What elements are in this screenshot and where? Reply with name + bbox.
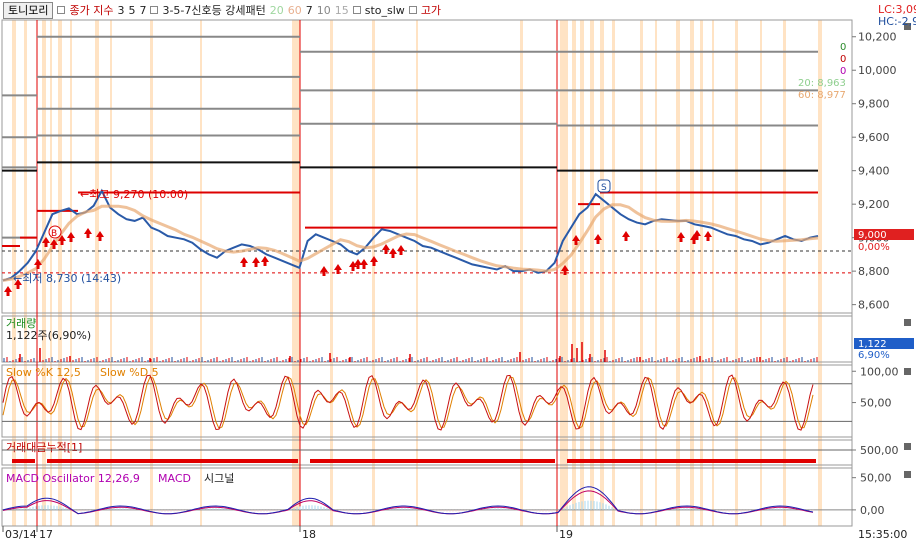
buy-signal-arrow — [4, 286, 12, 296]
macd-signal-title: 시그널 — [204, 472, 234, 485]
buy-signal-arrow — [622, 231, 630, 241]
price-y-tick-label: 9,400 — [858, 165, 890, 178]
ma60-value-label: 60: 8,977 — [798, 90, 846, 101]
cumulative-y-tick-label: 500,00 — [860, 444, 899, 457]
zero-signal-label: 0 — [840, 54, 846, 65]
time-axis-label: 18 — [302, 528, 316, 541]
current-volume-value: 1,122 — [858, 339, 887, 350]
macd-y-tick-label: 50,00 — [860, 472, 892, 485]
low-price-label: ←최저 8,730 (14:43) — [13, 272, 121, 285]
hc-value: HC:-2,91 — [878, 15, 916, 28]
macd-line-title: MACD — [158, 472, 191, 485]
buy-marker-label: B — [51, 229, 57, 239]
buy-signal-arrow — [704, 231, 712, 241]
current-volume-pct: 6,90% — [858, 350, 890, 361]
price-y-tick-label: 9,600 — [858, 131, 890, 144]
chart-canvas: 10,200 10,000 9,800 9,600 9,400 9,200 9,000 8,8… — [1, 3, 916, 541]
panel-frame — [1, 315, 853, 363]
cumulative-bar — [310, 459, 555, 463]
buy-signal-arrow — [261, 256, 269, 266]
price-y-tick-label: 9,800 — [858, 98, 890, 111]
macd-panel-title: MACD Oscillator 12,26,9 — [6, 472, 140, 485]
price-y-tick-label: 10,200 — [858, 31, 897, 44]
price-y-tick-label: 10,000 — [858, 64, 897, 77]
buy-signal-arrow — [240, 257, 248, 267]
price-y-tick-label: 9,200 — [858, 198, 890, 211]
buy-signal-arrow — [84, 228, 92, 238]
price-y-tick-label: 8,600 — [858, 299, 890, 312]
buy-signal-arrow — [360, 259, 368, 269]
cumulative-bar — [47, 459, 298, 463]
time-axis-end-label: 15:35:00 — [858, 528, 907, 541]
panel-close-icon[interactable] — [904, 368, 911, 375]
buy-signal-arrow — [389, 248, 397, 258]
macd-y-tick-label: 0,00 — [860, 504, 885, 517]
panel-close-icon[interactable] — [904, 319, 911, 326]
buy-signal-arrow — [252, 257, 260, 267]
cumulative-bar — [567, 459, 816, 463]
stochastic-y-tick-label: 100,00 — [860, 365, 899, 378]
buy-signal-arrow — [370, 256, 378, 266]
panel-close-icon[interactable] — [904, 443, 911, 450]
volume-panel-subtitle: 1,122주(6,90%) — [6, 329, 91, 342]
time-axis-label: 19 — [559, 528, 573, 541]
buy-signal-arrow — [397, 245, 405, 255]
buy-signal-arrow — [382, 244, 390, 254]
stochastic-y-tick-label: 50,00 — [860, 397, 892, 410]
cumulative-bar — [12, 459, 35, 463]
buy-signal-arrow — [67, 232, 75, 242]
panel-close-icon[interactable] — [904, 471, 911, 478]
ma60-line — [2, 203, 819, 282]
buy-signal-arrow — [320, 266, 328, 276]
price-y-tick-label: 8,800 — [858, 265, 890, 278]
sell-marker-label: S — [601, 183, 607, 193]
cumulative-panel-title: 거래대금누적[1] — [6, 441, 82, 454]
ma20-value-label: 20: 8,963 — [798, 78, 846, 89]
zero-signal-label: 0 — [840, 66, 846, 77]
high-price-label: ←최고 9,270 (10:00) — [80, 188, 188, 201]
current-price-value: 9,000 — [858, 230, 887, 241]
time-axis-label: 17 — [39, 528, 53, 541]
current-change-value: 0,00% — [858, 242, 890, 253]
time-axis-label: 03/14 — [5, 528, 37, 541]
chart-window: 토니모리 종가 지수 3 5 7 3-5-7신호등 강세패턴 20 60 7 1… — [0, 0, 916, 544]
zero-signal-label: 0 — [840, 42, 846, 53]
stochastic-k-title: Slow %K 12,5 — [6, 366, 81, 379]
